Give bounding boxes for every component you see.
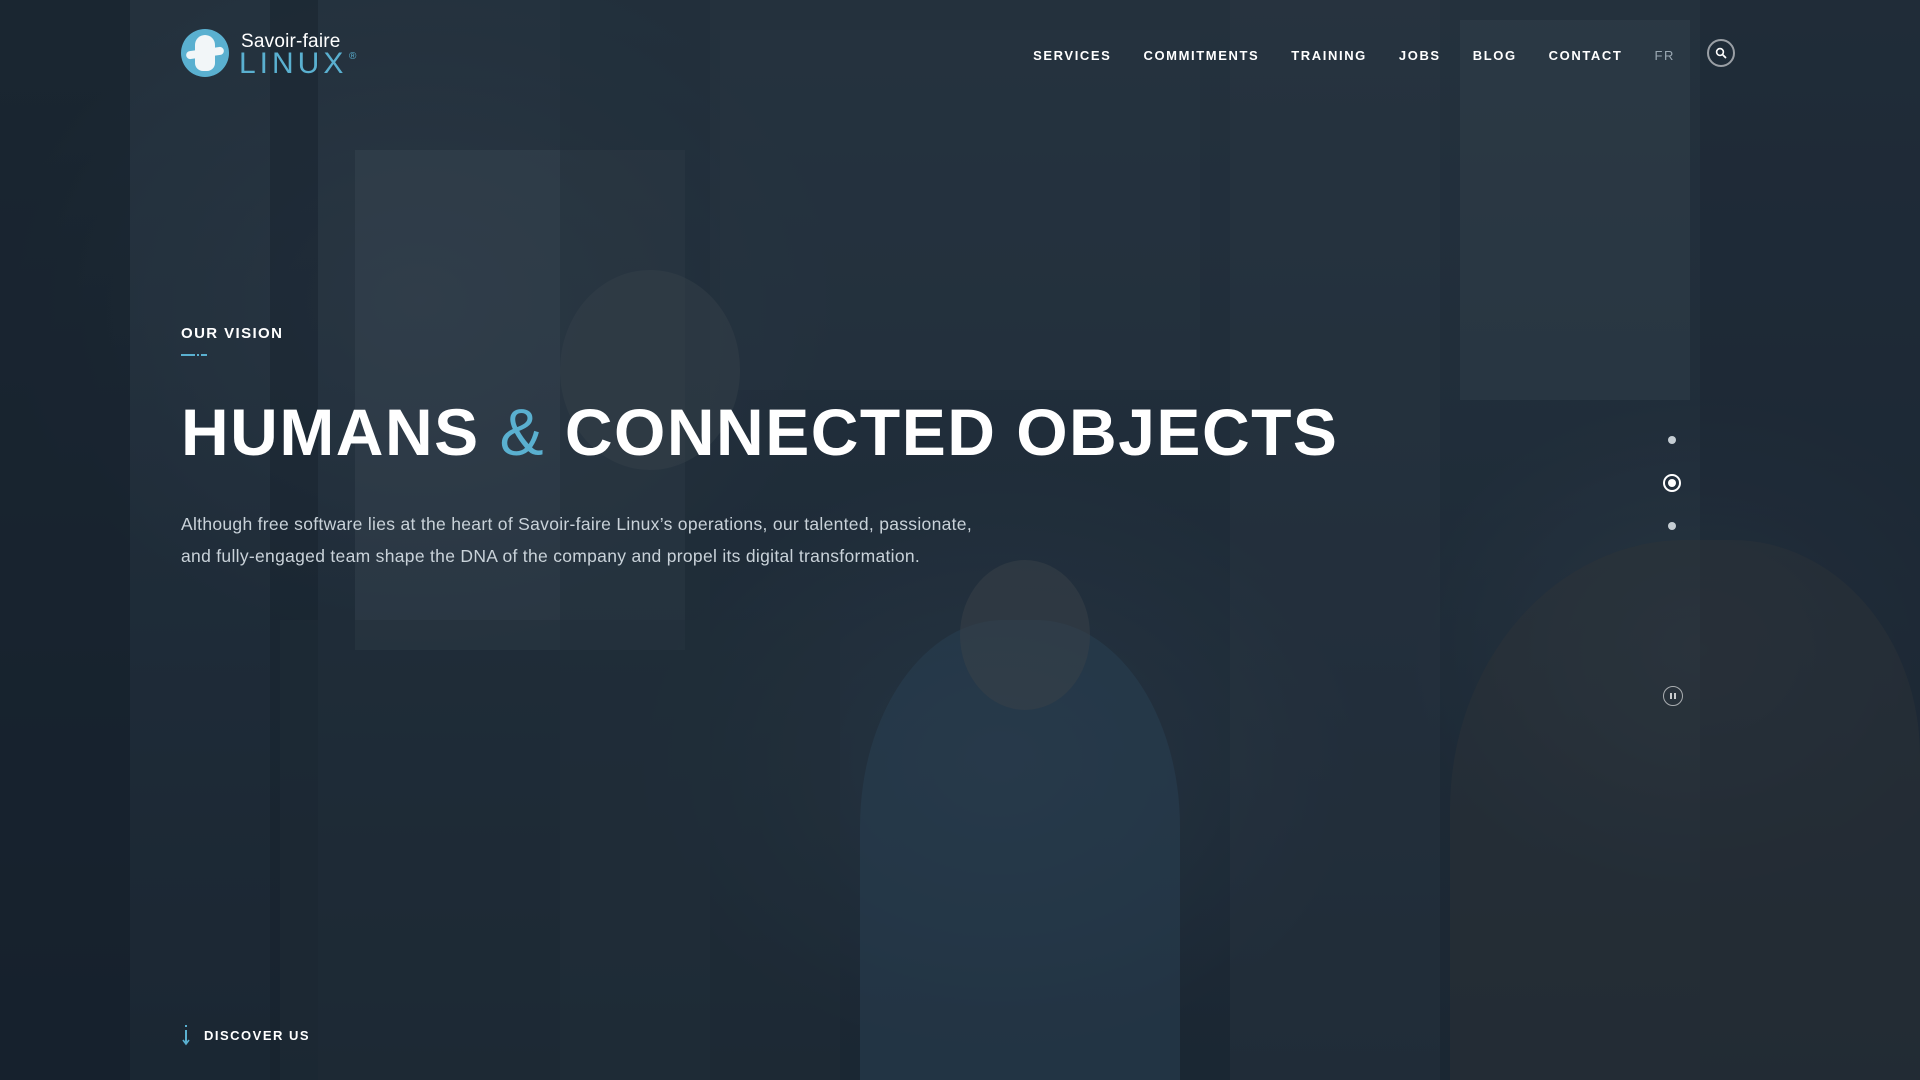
headline-part-humans: HUMANS: [181, 395, 480, 469]
arrow-down-icon: [182, 1025, 190, 1046]
nav-item-contact[interactable]: CONTACT: [1549, 48, 1623, 63]
intro-line-2: and fully-engaged team shape the DNA of …: [181, 546, 921, 566]
main-nav: SERVICES COMMITMENTS TRAINING JOBS BLOG …: [1001, 39, 1735, 67]
penguin-logo-icon: [181, 29, 229, 77]
discover-us-label: DISCOVER US: [204, 1027, 311, 1043]
discover-us-link[interactable]: DISCOVER US: [181, 1024, 310, 1046]
nav-item-commitments[interactable]: COMMITMENTS: [1143, 48, 1259, 63]
slider-dot-2-active[interactable]: [1663, 474, 1681, 492]
nav-item-blog[interactable]: BLOG: [1473, 48, 1517, 63]
eyebrow-underline: [181, 354, 207, 356]
headline-ampersand: &: [499, 395, 546, 469]
nav-item-services[interactable]: SERVICES: [1033, 48, 1111, 63]
slider-pause-button[interactable]: [1663, 686, 1683, 706]
search-icon: [1715, 47, 1727, 59]
search-button[interactable]: [1707, 39, 1735, 67]
nav-item-jobs[interactable]: JOBS: [1399, 48, 1441, 63]
intro-line-1: Although free software lies at the heart…: [181, 514, 973, 534]
registered-mark: ®: [349, 51, 357, 62]
language-switch-fr[interactable]: FR: [1654, 48, 1675, 63]
hero-headline: HUMANS & CONNECTED OBJECTS: [181, 392, 1338, 472]
slider-dot-1[interactable]: [1668, 436, 1676, 444]
hero-intro-text: Although free software lies at the heart…: [181, 508, 1041, 572]
section-eyebrow: OUR VISION: [181, 325, 284, 342]
slider-dot-3[interactable]: [1668, 522, 1676, 530]
logo-text-linux: LINUX: [239, 47, 348, 80]
company-logo[interactable]: Savoir-faire LINUX ®: [181, 29, 359, 80]
nav-item-training[interactable]: TRAINING: [1291, 48, 1367, 63]
headline-part-connected-objects: CONNECTED OBJECTS: [564, 395, 1339, 469]
